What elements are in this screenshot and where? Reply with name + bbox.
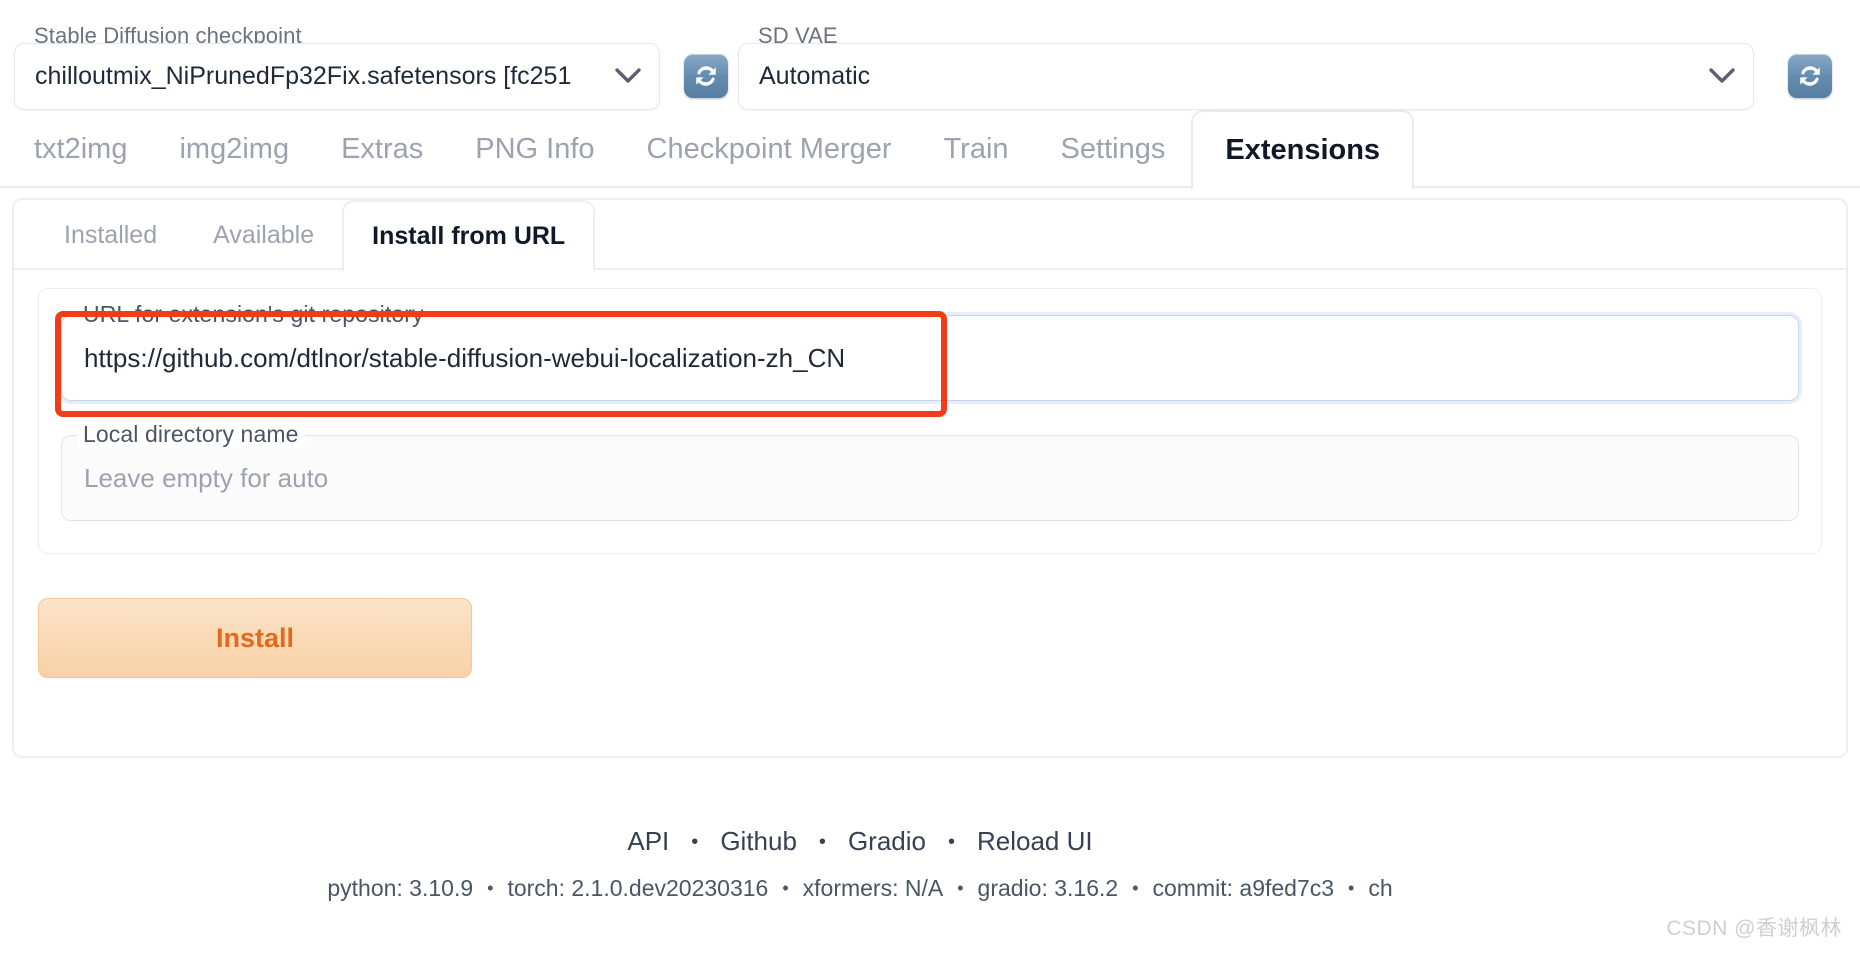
vae-value: Automatic: [759, 62, 1695, 91]
bullet-separator-icon: •: [473, 878, 507, 899]
version-checkpoint-truncated: ch: [1368, 875, 1392, 902]
version-gradio: gradio: 3.16.2: [978, 875, 1119, 902]
chevron-down-icon: [1709, 62, 1735, 91]
refresh-checkpoints-button[interactable]: [684, 54, 728, 98]
checkpoint-field-wrap: Stable Diffusion checkpoint chilloutmix_…: [14, 43, 660, 110]
top-toolbar: Stable Diffusion checkpoint chilloutmix_…: [0, 0, 1860, 110]
local-dir-input[interactable]: Leave empty for auto: [61, 435, 1799, 521]
bullet-separator-icon: •: [1334, 878, 1368, 899]
tab-extras[interactable]: Extras: [315, 110, 449, 188]
version-torch: torch: 2.1.0.dev20230316: [507, 875, 768, 902]
footer-link-api[interactable]: API: [605, 826, 691, 857]
csdn-watermark: CSDN @香谢枫林: [1666, 912, 1842, 942]
footer-version-info: python: 3.10.9 • torch: 2.1.0.dev2023031…: [0, 875, 1720, 902]
chevron-down-icon: [615, 62, 641, 91]
vae-select[interactable]: Automatic: [738, 43, 1754, 110]
url-field-wrap: URL for extension's git repository https…: [61, 315, 1799, 401]
bullet-separator-icon: •: [943, 878, 977, 899]
local-dir-field-wrap: Local directory name Leave empty for aut…: [61, 435, 1799, 521]
refresh-vae-button[interactable]: [1788, 54, 1832, 98]
bullet-separator-icon: •: [948, 832, 955, 852]
local-dir-field-label: Local directory name: [77, 421, 305, 448]
subtab-install-from-url[interactable]: Install from URL: [342, 200, 595, 272]
footer-link-github[interactable]: Github: [698, 826, 819, 857]
tab-train[interactable]: Train: [918, 110, 1035, 188]
bullet-separator-icon: •: [768, 878, 802, 899]
subtab-available[interactable]: Available: [185, 200, 342, 270]
tab-checkpoint-merger[interactable]: Checkpoint Merger: [621, 110, 918, 188]
version-python: python: 3.10.9: [327, 875, 473, 902]
bullet-separator-icon: •: [1118, 878, 1152, 899]
primary-tab-bar: txt2img img2img Extras PNG Info Checkpoi…: [0, 110, 1860, 188]
extensions-subtab-bar: Installed Available Install from URL: [14, 200, 1846, 270]
bullet-separator-icon: •: [691, 832, 698, 852]
refresh-icon: [691, 61, 721, 91]
url-field-label: URL for extension's git repository: [77, 301, 430, 328]
install-from-url-form: URL for extension's git repository https…: [38, 288, 1822, 554]
tab-png-info[interactable]: PNG Info: [449, 110, 620, 188]
bullet-separator-icon: •: [819, 832, 826, 852]
version-commit: commit: a9fed7c3: [1153, 875, 1335, 902]
tab-extensions[interactable]: Extensions: [1191, 110, 1414, 190]
checkpoint-value: chilloutmix_NiPrunedFp32Fix.safetensors …: [35, 62, 601, 91]
tab-settings[interactable]: Settings: [1035, 110, 1192, 188]
footer-link-gradio[interactable]: Gradio: [826, 826, 948, 857]
extensions-panel: Installed Available Install from URL URL…: [12, 198, 1848, 758]
refresh-icon: [1795, 61, 1825, 91]
footer-link-reload-ui[interactable]: Reload UI: [955, 826, 1115, 857]
checkpoint-select[interactable]: chilloutmix_NiPrunedFp32Fix.safetensors …: [14, 43, 660, 110]
footer-links: API • Github • Gradio • Reload UI: [0, 826, 1720, 857]
version-xformers: xformers: N/A: [803, 875, 944, 902]
tab-img2img[interactable]: img2img: [153, 110, 315, 188]
tab-txt2img[interactable]: txt2img: [8, 110, 153, 188]
vae-field-wrap: SD VAE Automatic: [738, 43, 1754, 110]
install-button[interactable]: Install: [38, 598, 472, 678]
subtab-installed[interactable]: Installed: [36, 200, 185, 270]
footer: API • Github • Gradio • Reload UI python…: [0, 826, 1860, 902]
